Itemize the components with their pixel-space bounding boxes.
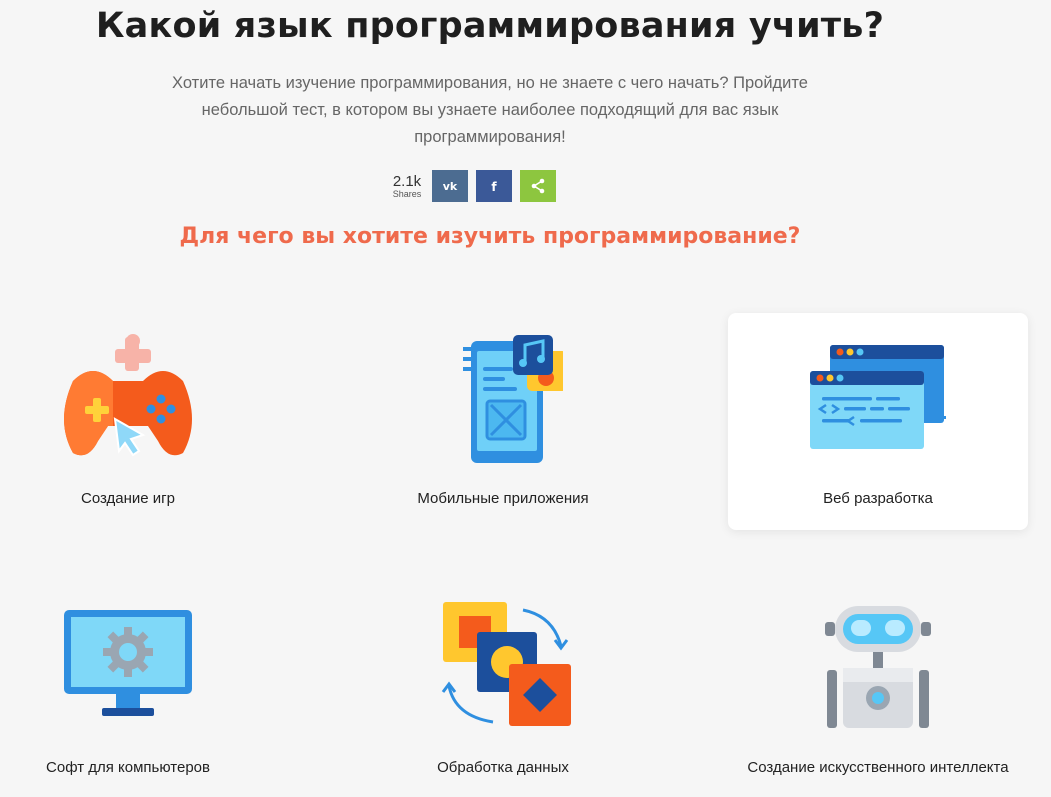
web-dev-icon xyxy=(810,345,946,449)
mobile-app-icon xyxy=(463,335,563,463)
monitor-gear-icon xyxy=(64,610,192,716)
option-artificial-intelligence[interactable]: Создание искусственного интеллекта xyxy=(728,582,1028,797)
svg-text:f: f xyxy=(491,180,497,193)
option-desktop-software[interactable]: Софт для компьютеров xyxy=(0,582,278,797)
share-count-label: Shares xyxy=(392,188,422,199)
option-label: Обработка данных xyxy=(437,759,569,776)
page-subtitle: Хотите начать изучение программирования,… xyxy=(172,74,808,146)
share-bar: 2.1k Shares vk f xyxy=(386,170,564,202)
quiz-question: Для чего вы хотите изучить программирова… xyxy=(179,224,801,249)
option-label: Создание игр xyxy=(80,490,175,507)
share-button[interactable] xyxy=(520,170,556,202)
option-web-development[interactable]: Веб разработка xyxy=(728,313,1028,530)
share-counter: 2.1k Shares xyxy=(386,174,428,199)
page-title: Какой язык программирования учить? xyxy=(95,6,885,46)
option-data-processing[interactable]: Обработка данных xyxy=(353,582,653,797)
option-label: Софт для компьютеров xyxy=(46,759,210,776)
option-games[interactable]: Создание игр xyxy=(0,313,278,530)
share-count-value: 2.1k xyxy=(392,172,422,190)
robot-icon xyxy=(825,606,931,728)
data-processing-icon xyxy=(441,602,571,726)
gamepad-icon xyxy=(64,334,192,457)
facebook-share-button[interactable]: f xyxy=(476,170,512,202)
option-mobile-apps[interactable]: Мобильные приложения xyxy=(353,313,653,530)
option-label: Создание искусственного интеллекта xyxy=(747,759,1009,776)
facebook-icon: f xyxy=(491,180,497,193)
vk-share-button[interactable]: vk xyxy=(432,170,468,202)
option-label: Веб разработка xyxy=(823,490,933,507)
share-icon xyxy=(531,178,545,194)
option-label: Мобильные приложения xyxy=(417,490,589,507)
svg-text:vk: vk xyxy=(443,180,458,192)
vk-icon: vk xyxy=(443,180,458,192)
